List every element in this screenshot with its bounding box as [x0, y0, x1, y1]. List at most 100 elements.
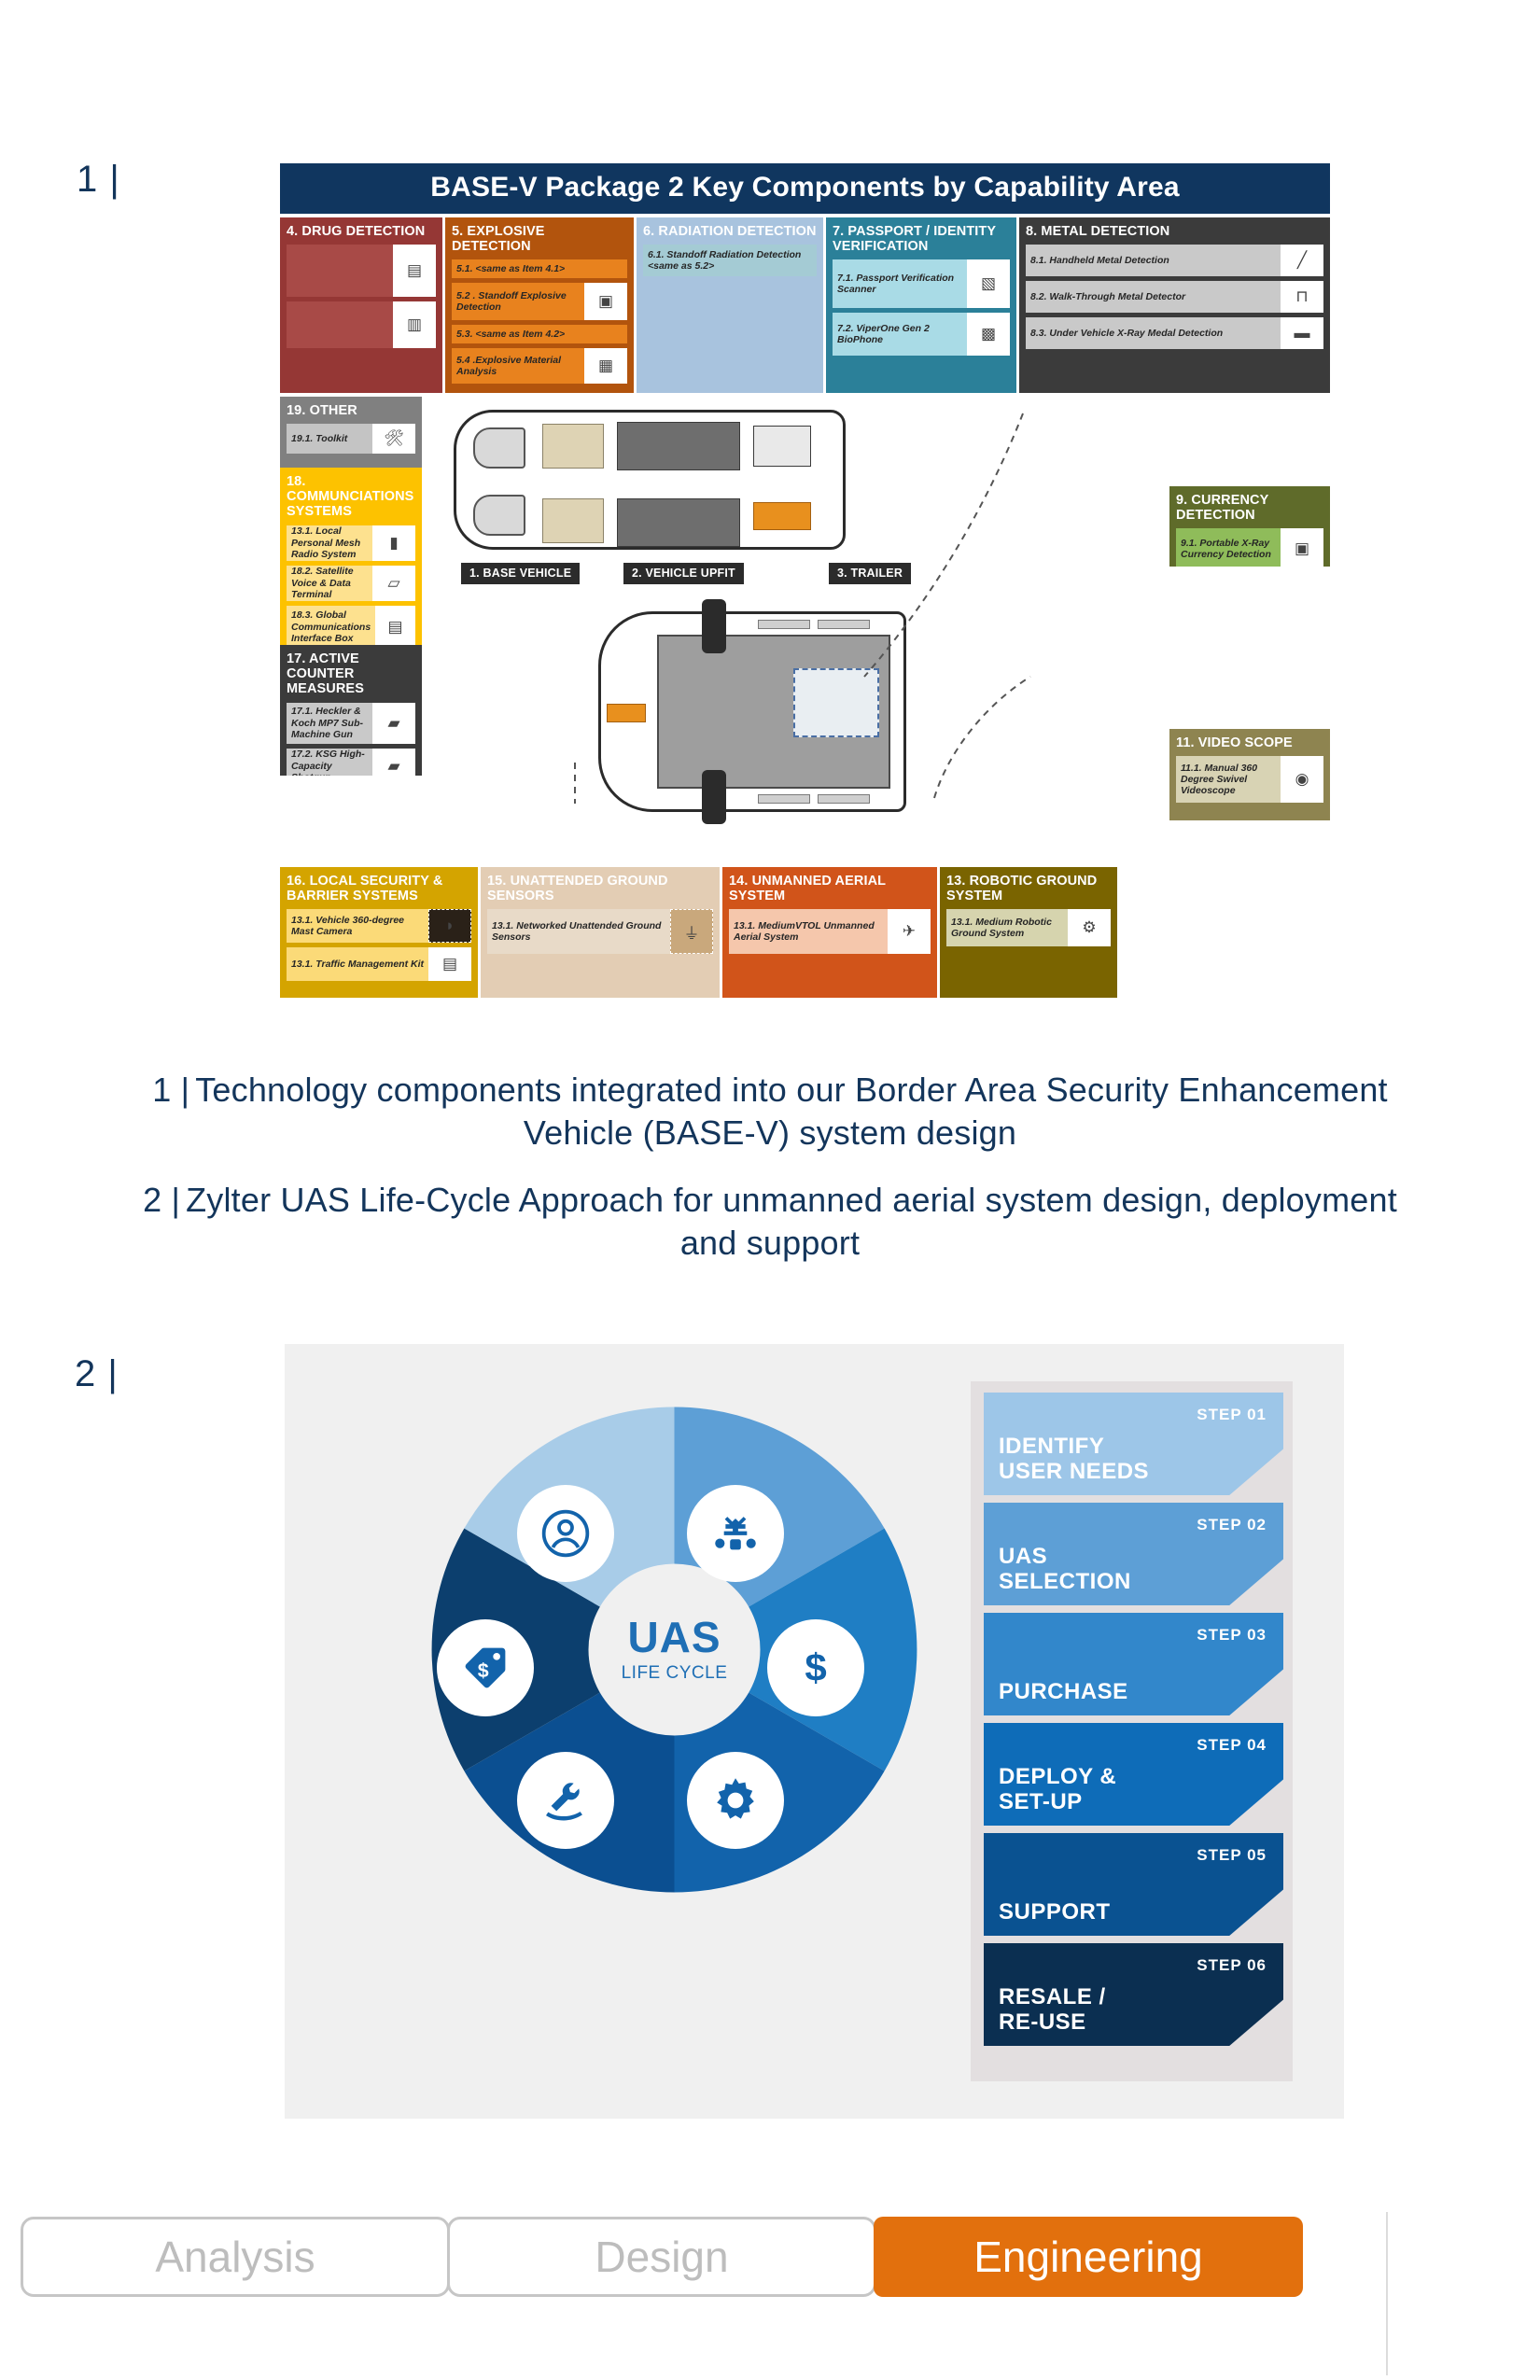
- component-label: 6.1. Standoff Radiation Detection <same …: [643, 245, 817, 277]
- component-item[interactable]: 11.1. Manual 360 Degree Swivel Videoscop…: [1176, 756, 1323, 804]
- component-item[interactable]: 13.1. Traffic Management Kit ▤: [287, 947, 471, 982]
- hub-subtitle: LIFE CYCLE: [621, 1663, 728, 1683]
- component-item[interactable]: 8.1. Handheld Metal Detection ╱: [1026, 245, 1323, 277]
- category-header: 19. OTHER: [287, 403, 357, 418]
- dollar-icon: $: [767, 1619, 864, 1716]
- category-unmanned-aerial-system[interactable]: 14. UNMANNED AERIAL SYSTEM 13.1. MediumV…: [722, 867, 937, 998]
- component-item[interactable]: 18.2. Satellite Voice & Data Terminal ▱: [287, 565, 415, 601]
- tab-analysis[interactable]: Analysis: [21, 2217, 450, 2297]
- category-header: 9. CURRENCY DETECTION: [1176, 493, 1269, 524]
- step-label: UAS SELECTION: [999, 1544, 1131, 1594]
- component-item[interactable]: 13.1. Vehicle 360-degree Mast Camera ◗: [287, 909, 471, 944]
- category-header: 8. METAL DETECTION: [1026, 224, 1170, 239]
- category-metal-detection[interactable]: 8. METAL DETECTION 8.1. Handheld Metal D…: [1019, 217, 1330, 393]
- wrench-hand-icon: [517, 1752, 614, 1849]
- component-label: 13.1. Vehicle 360-degree Mast Camera: [287, 909, 428, 944]
- traffic-kit-image: ▤: [428, 947, 471, 982]
- component-item[interactable]: 19.1. Toolkit 🛠: [287, 424, 415, 455]
- component-item[interactable]: 8.2. Walk-Through Metal Detector ⊓: [1026, 281, 1323, 314]
- category-passport-identity-verification[interactable]: 7. PASSPORT / IDENTITY VERIFICATION 7.1.…: [826, 217, 1016, 393]
- component-item[interactable]: 18.3. Global Communications Interface Bo…: [287, 605, 415, 645]
- gear-icon: [687, 1752, 784, 1849]
- step-identify-user-needs[interactable]: STEP 01 IDENTIFY USER NEEDS: [984, 1393, 1283, 1495]
- drone-check-icon: [687, 1485, 784, 1582]
- capability-column-left: 19. OTHER 19.1. Toolkit 🛠 18. COMMUNCIAT…: [280, 397, 422, 776]
- user-icon: [517, 1485, 614, 1582]
- step-deploy-setup[interactable]: STEP 04 DEPLOY & SET-UP: [984, 1723, 1283, 1826]
- category-header: 18. COMMUNCIATIONS SYSTEMS: [287, 474, 414, 520]
- component-item[interactable]: 13.1. MediumVTOL Unmanned Aerial System …: [729, 909, 931, 955]
- tab-design[interactable]: Design: [447, 2217, 876, 2297]
- handheld-detector-image: ▣: [584, 283, 627, 321]
- component-item[interactable]: 6.1. Standoff Radiation Detection <same …: [643, 245, 817, 277]
- satellite-terminal-image: ▱: [372, 565, 415, 601]
- vehicle-diagram-stage: 1. BASE VEHICLE 2. VEHICLE UPFIT 3. TRAI…: [426, 397, 1166, 863]
- step-support[interactable]: STEP 05 SUPPORT: [984, 1833, 1283, 1936]
- step-label: IDENTIFY USER NEEDS: [999, 1434, 1150, 1484]
- component-item[interactable]: 5.2 . Standoff Explosive Detection ▣: [452, 283, 627, 321]
- interface-box-image: ▤: [375, 605, 415, 645]
- component-item[interactable]: 9.1. Portable X-Ray Currency Detection ▣: [1176, 528, 1323, 567]
- component-label: 9.1. Portable X-Ray Currency Detection: [1176, 528, 1281, 567]
- component-item[interactable]: 13.1. Networked Unattended Ground Sensor…: [487, 909, 713, 955]
- category-header: 7. PASSPORT / IDENTITY VERIFICATION: [833, 224, 996, 255]
- component-label: 11.1. Manual 360 Degree Swivel Videoscop…: [1176, 756, 1281, 804]
- component-label: 7.2. ViperOne Gen 2 BioPhone: [833, 313, 967, 357]
- category-currency-detection[interactable]: 9. CURRENCY DETECTION 9.1. Portable X-Ra…: [1169, 486, 1330, 567]
- step-resale-reuse[interactable]: STEP 06 RESALE / RE-USE: [984, 1943, 1283, 2046]
- hub-title: UAS: [627, 1613, 721, 1661]
- category-drug-detection[interactable]: 4. DRUG DETECTION ▤ ▥: [280, 217, 442, 393]
- category-local-security-barrier-systems[interactable]: 16. LOCAL SECURITY & BARRIER SYSTEMS 13.…: [280, 867, 478, 998]
- submachine-gun-image: ▰: [372, 702, 415, 744]
- trailer-slat: [758, 794, 810, 804]
- category-unattended-ground-sensors[interactable]: 15. UNATTENDED GROUND SENSORS 13.1. Netw…: [481, 867, 720, 998]
- component-label: 18.2. Satellite Voice & Data Terminal: [287, 565, 372, 601]
- tab-engineering[interactable]: Engineering: [874, 2217, 1303, 2297]
- component-label: 13.1. MediumVTOL Unmanned Aerial System: [729, 909, 888, 955]
- shotgun-image: ▰: [372, 748, 415, 776]
- component-item[interactable]: 13.1. Local Personal Mesh Radio System ▮: [287, 525, 415, 561]
- category-active-counter-measures[interactable]: 17. ACTIVE COUNTER MEASURES 17.1. Heckle…: [280, 645, 422, 776]
- trailer-wheel: [702, 770, 726, 824]
- step-number: STEP 04: [1197, 1736, 1267, 1754]
- capability-row-bottom: 16. LOCAL SECURITY & BARRIER SYSTEMS 13.…: [280, 867, 1330, 998]
- figure-1-title: BASE-V Package 2 Key Components by Capab…: [280, 163, 1330, 214]
- step-number: STEP 01: [1197, 1406, 1267, 1423]
- van-windshield: [473, 427, 525, 469]
- component-label: 13.1. Medium Robotic Ground System: [946, 909, 1068, 947]
- category-radiation-detection[interactable]: 6. RADIATION DETECTION 6.1. Standoff Rad…: [637, 217, 823, 393]
- component-item[interactable]: 5.3. <same as Item 4.2>: [452, 325, 627, 344]
- ground-robot-on-trailer: [793, 668, 879, 737]
- component-item[interactable]: 7.2. ViperOne Gen 2 BioPhone ▩: [833, 313, 1010, 357]
- step-purchase[interactable]: STEP 03 PURCHASE: [984, 1613, 1283, 1715]
- category-header: 13. ROBOTIC GROUND SYSTEM: [946, 874, 1098, 904]
- category-explosive-detection[interactable]: 5. EXPLOSIVE DETECTION 5.1. <same as Ite…: [445, 217, 634, 393]
- component-item[interactable]: 5.4 .Explosive Material Analysis ▦: [452, 348, 627, 385]
- analysis-kit-image: ▦: [584, 348, 627, 385]
- drug-analyzer-image: ▤: [393, 245, 436, 298]
- component-item[interactable]: 7.1. Passport Verification Scanner ▧: [833, 259, 1010, 309]
- category-robotic-ground-system[interactable]: 13. ROBOTIC GROUND SYSTEM 13.1. Medium R…: [940, 867, 1117, 998]
- drug-scanner-image: ▥: [393, 301, 436, 349]
- step-number: STEP 03: [1197, 1626, 1267, 1644]
- metal-wand-image: ╱: [1281, 245, 1323, 277]
- component-label: 13.1. Networked Unattended Ground Sensor…: [487, 909, 670, 955]
- step-label: RESALE / RE-USE: [999, 1984, 1106, 2035]
- category-other[interactable]: 19. OTHER 19.1. Toolkit 🛠: [280, 397, 422, 468]
- component-item[interactable]: 8.3. Under Vehicle X-Ray Medal Detection…: [1026, 317, 1323, 350]
- component-label: 8.3. Under Vehicle X-Ray Medal Detection: [1026, 317, 1281, 350]
- step-uas-selection[interactable]: STEP 02 UAS SELECTION: [984, 1503, 1283, 1605]
- component-item[interactable]: 13.1. Medium Robotic Ground System ⚙: [946, 909, 1111, 947]
- component-label: 7.1. Passport Verification Scanner: [833, 259, 967, 309]
- category-video-scope[interactable]: 11. VIDEO SCOPE 11.1. Manual 360 Degree …: [1169, 729, 1330, 820]
- van-storage: [753, 426, 811, 467]
- trailer-slat: [758, 620, 810, 629]
- component-item[interactable]: ▤: [287, 245, 436, 298]
- category-communications-systems[interactable]: 18. COMMUNCIATIONS SYSTEMS 13.1. Local P…: [280, 468, 422, 645]
- component-item[interactable]: 5.1. <same as Item 4.1>: [452, 259, 627, 279]
- van-seat-a: [542, 424, 604, 469]
- component-item[interactable]: 17.1. Heckler & Koch MP7 Sub-Machine Gun…: [287, 702, 415, 744]
- passport-scanner-image: ▧: [967, 259, 1010, 309]
- component-item[interactable]: ▥: [287, 301, 436, 349]
- component-item[interactable]: 17.2. KSG High-Capacity Shotgun ▰: [287, 748, 415, 776]
